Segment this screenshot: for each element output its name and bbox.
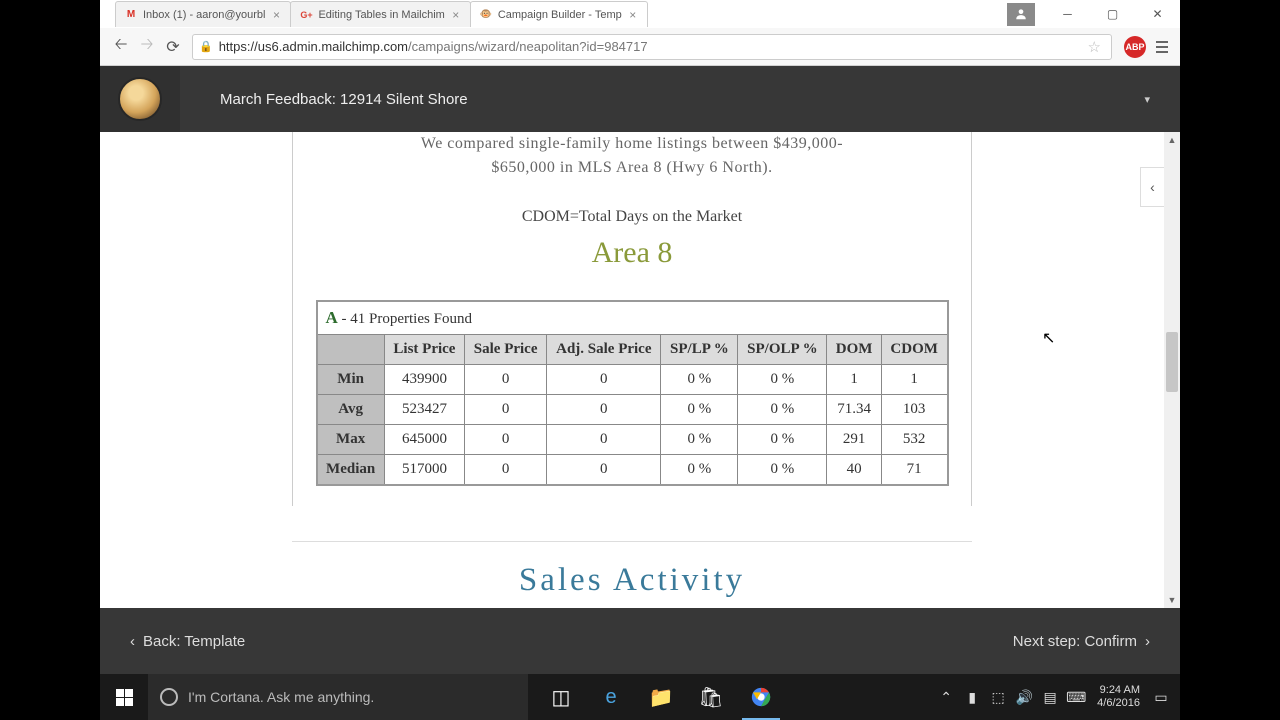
chrome-user-button[interactable] xyxy=(1007,3,1035,26)
minimize-button[interactable]: ─ xyxy=(1045,3,1090,25)
action-center-icon[interactable]: ▭ xyxy=(1150,689,1172,706)
intro-text: We compared single-family home listings … xyxy=(308,132,956,180)
url-text: https://us6.admin.mailchimp.com/campaign… xyxy=(219,39,648,54)
divider xyxy=(292,541,972,542)
system-tray: ⌃ ▮ ⬚ 🔊 ▤ ⌨ 9:24 AM 4/6/2016 ▭ xyxy=(935,674,1180,720)
task-view-icon[interactable]: ◫ xyxy=(536,674,586,720)
campaign-title[interactable]: March Feedback: 12914 Silent Shore xyxy=(220,91,468,108)
tab-mailchimp[interactable]: 🐵 Campaign Builder - Temp × xyxy=(470,1,648,27)
keyboard-icon[interactable]: ⌨ xyxy=(1065,689,1087,706)
cortana-icon xyxy=(160,688,178,706)
tray-chevron-icon[interactable]: ⌃ xyxy=(935,689,957,706)
cdom-note: CDOM=Total Days on the Market xyxy=(308,208,956,226)
close-icon[interactable]: × xyxy=(627,9,639,21)
chevron-down-icon[interactable]: ▾ xyxy=(1144,93,1150,106)
next-confirm-button[interactable]: Next step: Confirm › xyxy=(1013,633,1150,650)
vertical-scrollbar[interactable]: ▲ ▼ xyxy=(1164,132,1180,608)
file-explorer-icon[interactable]: 📁 xyxy=(636,674,686,720)
table-caption: A - 41 Properties Found xyxy=(317,301,948,335)
url-bar: 🡠 🡢 ⟳ 🔒 https://us6.admin.mailchimp.com/… xyxy=(100,28,1180,66)
chrome-icon[interactable] xyxy=(736,674,786,720)
stats-table: A - 41 Properties Found List Price Sale … xyxy=(316,300,949,486)
email-preview[interactable]: We compared single-family home listings … xyxy=(292,132,972,608)
mailchimp-header: March Feedback: 12914 Silent Shore ▾ xyxy=(100,66,1180,132)
close-button[interactable]: ✕ xyxy=(1135,3,1180,25)
chevron-right-icon: › xyxy=(1145,633,1150,650)
window-controls: ─ ▢ ✕ xyxy=(1007,0,1180,28)
clock[interactable]: 9:24 AM 4/6/2016 xyxy=(1091,684,1146,710)
start-button[interactable] xyxy=(100,674,148,720)
maximize-button[interactable]: ▢ xyxy=(1090,3,1135,25)
cortana-search[interactable]: I'm Cortana. Ask me anything. xyxy=(148,674,528,720)
gplus-icon: G+ xyxy=(299,8,313,22)
edge-icon[interactable]: e xyxy=(586,674,636,720)
chevron-left-icon: ‹ xyxy=(130,633,135,650)
tab-gplus[interactable]: G+ Editing Tables in Mailchim × xyxy=(290,1,470,27)
table-row: Avg 523427000 %0 %71.34103 xyxy=(317,395,948,425)
sales-intro: We compared single-family home listings … xyxy=(292,607,972,608)
notes-icon[interactable]: ▤ xyxy=(1039,689,1061,706)
close-icon[interactable]: × xyxy=(450,9,462,21)
collapse-sidebar-button[interactable]: ‹ xyxy=(1140,167,1164,207)
mailchimp-logo[interactable] xyxy=(100,66,180,132)
mailchimp-icon: 🐵 xyxy=(479,8,493,22)
table-row: Min 439900000 %0 %11 xyxy=(317,365,948,395)
scroll-up-icon[interactable]: ▲ xyxy=(1164,132,1180,148)
reload-button[interactable]: ⟳ xyxy=(160,34,186,60)
back-template-button[interactable]: ‹ Back: Template xyxy=(130,633,245,650)
tab-title: Campaign Builder - Temp xyxy=(498,9,622,21)
battery-icon[interactable]: ▮ xyxy=(961,689,983,706)
lock-icon: 🔒 xyxy=(199,40,213,53)
network-icon[interactable]: ⬚ xyxy=(987,689,1009,706)
adblock-icon[interactable]: ABP xyxy=(1124,36,1146,58)
chrome-menu-button[interactable] xyxy=(1152,37,1172,57)
table-header-row: List Price Sale Price Adj. Sale Price SP… xyxy=(317,335,948,365)
area-title: Area 8 xyxy=(308,236,956,270)
gmail-icon: M xyxy=(124,8,138,22)
window-titlebar: M Inbox (1) - aaron@yourbl × G+ Editing … xyxy=(100,0,1180,28)
tab-gmail[interactable]: M Inbox (1) - aaron@yourbl × xyxy=(115,1,291,27)
browser-tabs: M Inbox (1) - aaron@yourbl × G+ Editing … xyxy=(100,0,1007,28)
table-row: Max 645000000 %0 %291532 xyxy=(317,425,948,455)
sales-activity-title: Sales Activity xyxy=(292,562,972,599)
bookmark-icon[interactable]: ☆ xyxy=(1088,38,1101,56)
back-button[interactable]: 🡠 xyxy=(108,34,134,60)
tab-title: Editing Tables in Mailchim xyxy=(318,9,444,21)
volume-icon[interactable]: 🔊 xyxy=(1013,689,1035,706)
wizard-footer: ‹ Back: Template Next step: Confirm › xyxy=(100,608,1180,674)
forward-button[interactable]: 🡢 xyxy=(134,34,160,60)
store-icon[interactable]: 🛍 xyxy=(686,674,736,720)
address-bar[interactable]: 🔒 https://us6.admin.mailchimp.com/campai… xyxy=(192,34,1112,60)
close-icon[interactable]: × xyxy=(270,9,282,21)
scroll-down-icon[interactable]: ▼ xyxy=(1164,592,1180,608)
tab-title: Inbox (1) - aaron@yourbl xyxy=(143,9,265,21)
table-row: Median 517000000 %0 %4071 xyxy=(317,455,948,486)
windows-taskbar: I'm Cortana. Ask me anything. ◫ e 📁 🛍 ⌃ … xyxy=(100,674,1180,720)
scrollbar-thumb[interactable] xyxy=(1166,332,1178,392)
content-area: ‹ We compared single-family home listing… xyxy=(100,132,1180,608)
